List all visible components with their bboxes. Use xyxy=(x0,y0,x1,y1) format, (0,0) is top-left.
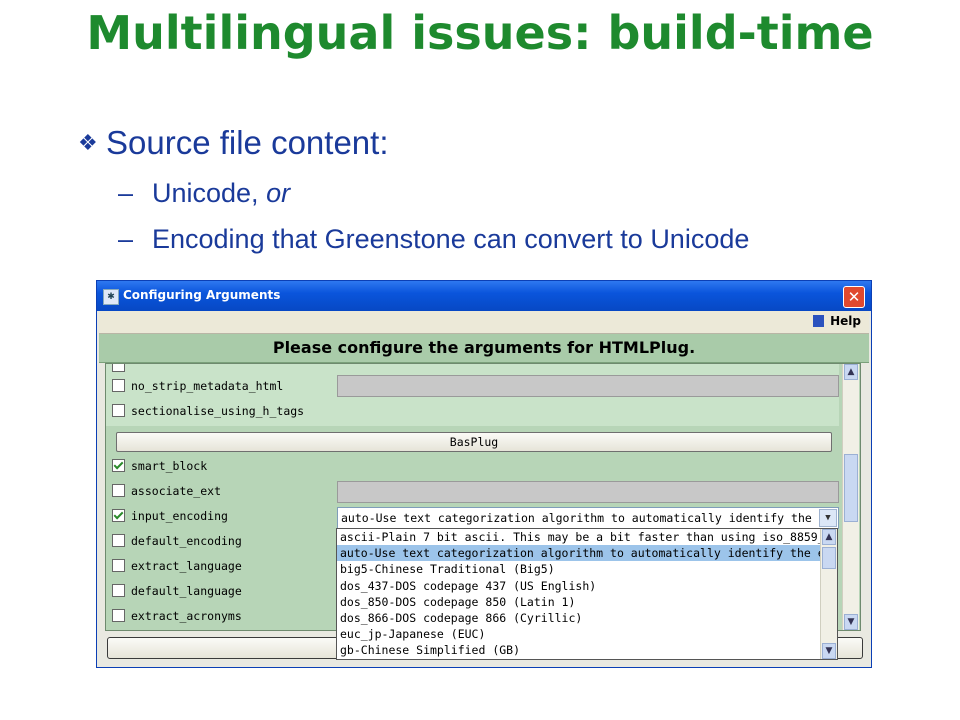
arg-checkbox[interactable] xyxy=(112,559,125,572)
arg-row-associate-ext: associate_ext xyxy=(112,481,221,501)
dialog-title: Configuring Arguments xyxy=(123,288,281,302)
associate-ext-value[interactable] xyxy=(337,481,839,503)
arg-label: input_encoding xyxy=(131,509,228,523)
input-encoding-value: auto-Use text categorization algorithm t… xyxy=(341,511,839,525)
dash-glyph: – xyxy=(118,224,134,254)
sub-bullet-italic: or xyxy=(266,178,291,208)
encoding-option[interactable]: dos_437-DOS codepage 437 (US English) xyxy=(337,578,820,594)
help-menubar: Help xyxy=(99,311,869,334)
scroll-up-icon[interactable]: ▲ xyxy=(844,364,858,380)
encoding-option[interactable]: dos_866-DOS codepage 866 (Cyrillic) xyxy=(337,610,820,626)
arg-row-default-encoding: default_encoding xyxy=(112,531,242,551)
dialog-titlebar[interactable]: ✱ Configuring Arguments ✕ xyxy=(97,281,871,311)
arg-checkbox[interactable] xyxy=(112,379,125,392)
arg-checkbox[interactable] xyxy=(112,364,125,372)
close-button[interactable]: ✕ xyxy=(843,286,865,308)
arg-label: associate_ext xyxy=(131,484,222,498)
arg-checkbox[interactable] xyxy=(112,534,125,547)
input-encoding-select[interactable]: auto-Use text categorization algorithm t… xyxy=(337,507,839,529)
scroll-down-icon[interactable]: ▼ xyxy=(822,643,836,659)
encoding-option[interactable]: euc_jp-Japanese (EUC) xyxy=(337,626,820,642)
dropdown-scrollbar[interactable]: ▲ ▼ xyxy=(820,529,837,659)
arg-checkbox[interactable] xyxy=(112,404,125,417)
arg-checkbox[interactable] xyxy=(112,484,125,497)
no-strip-metadata-html-value[interactable] xyxy=(337,375,839,397)
encoding-option[interactable]: dos_850-DOS codepage 850 (Latin 1) xyxy=(337,594,820,610)
arg-row-extract-acronyms: extract_acronyms xyxy=(112,606,242,626)
arg-row-smart-block: smart_block xyxy=(112,456,207,476)
arg-label: extract_acronyms xyxy=(131,609,242,623)
scrollbar-thumb[interactable] xyxy=(844,454,858,522)
arg-label: sectionalise_using_h_tags xyxy=(131,404,305,418)
diamond-bullet-icon: ❖ xyxy=(78,130,98,155)
arg-label: extract_language xyxy=(131,559,242,573)
encoding-dropdown-list[interactable]: ascii-Plain 7 bit ascii. This may be a b… xyxy=(336,528,838,660)
basplug-section-button[interactable]: BasPlug xyxy=(116,432,832,452)
dialog-header: Please configure the arguments for HTMLP… xyxy=(99,334,869,363)
arg-row-default-language: default_language xyxy=(112,581,242,601)
encoding-option[interactable]: gb-Chinese Simplified (GB) xyxy=(337,642,820,658)
scrollbar-thumb[interactable] xyxy=(822,547,836,569)
arg-label: smart_block xyxy=(131,459,208,473)
help-button[interactable]: Help xyxy=(813,314,861,328)
arg-label: default_encoding xyxy=(131,534,242,548)
htmlplug-args-group: no_strip_metadata_html sectionalise_usin… xyxy=(106,364,839,426)
help-label: Help xyxy=(830,314,861,328)
arg-checkbox[interactable] xyxy=(112,584,125,597)
slide-title: Multilingual issues: build-time xyxy=(86,6,874,60)
scroll-down-icon[interactable]: ▼ xyxy=(844,614,858,630)
dash-glyph: – xyxy=(118,178,134,208)
arg-checkbox[interactable] xyxy=(112,609,125,622)
arguments-scrollbar[interactable]: ▲ ▼ xyxy=(842,364,859,630)
encoding-option[interactable]: ascii-Plain 7 bit ascii. This may be a b… xyxy=(337,529,820,545)
arg-checkbox[interactable] xyxy=(112,509,125,522)
encoding-option[interactable]: big5-Chinese Traditional (Big5) xyxy=(337,561,820,577)
bullet-text: Source file content: xyxy=(106,124,389,161)
app-icon: ✱ xyxy=(103,289,119,305)
arg-row-no-strip-metadata-html: no_strip_metadata_html xyxy=(112,376,283,396)
encoding-option-selected[interactable]: auto-Use text categorization algorithm t… xyxy=(337,545,820,562)
arg-row-input-encoding: input_encoding xyxy=(112,506,228,526)
scroll-up-icon[interactable]: ▲ xyxy=(822,529,836,545)
arg-label: no_strip_metadata_html xyxy=(131,379,284,393)
arg-row-sectionalise-using-h-tags: sectionalise_using_h_tags xyxy=(112,401,304,421)
sub-bullet-unicode: – Unicode, or xyxy=(118,178,290,209)
sub-bullet-encoding: – Encoding that Greenstone can convert to… xyxy=(118,224,749,255)
arg-row-partial xyxy=(112,364,131,376)
chevron-down-icon[interactable]: ▼ xyxy=(819,509,837,527)
arg-label: default_language xyxy=(131,584,242,598)
help-book-icon xyxy=(813,315,825,327)
sub-bullet-text: Encoding that Greenstone can convert to … xyxy=(152,224,750,254)
sub-bullet-text: Unicode, xyxy=(152,178,267,208)
bullet-source-file-content: ❖ Source file content: xyxy=(78,124,389,162)
arg-row-extract-language: extract_language xyxy=(112,556,242,576)
encoding-options: ascii-Plain 7 bit ascii. This may be a b… xyxy=(337,529,837,659)
arg-checkbox[interactable] xyxy=(112,459,125,472)
